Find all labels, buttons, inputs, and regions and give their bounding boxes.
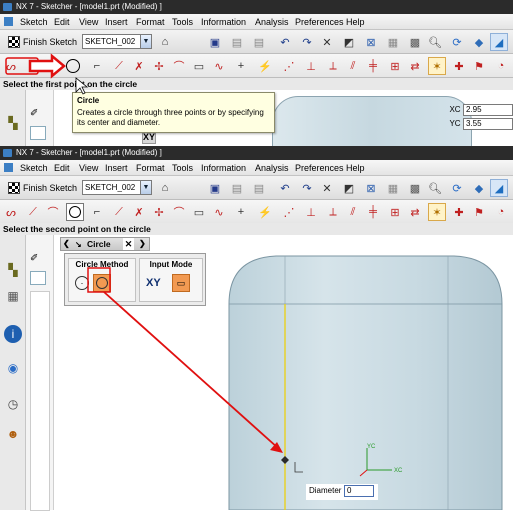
chevron-right-icon[interactable]: ❯	[139, 238, 146, 250]
close-icon[interactable]: ✕	[123, 238, 134, 250]
chevron-down-icon: ▼	[140, 181, 151, 194]
web-browser-icon[interactable]: ◉	[4, 359, 22, 377]
undo-icon[interactable]: ↶	[276, 179, 294, 197]
pan-icon[interactable]: ▩	[406, 179, 424, 197]
parameter-mode-icon[interactable]: ▭	[172, 274, 190, 292]
quick-trim-icon[interactable]: ✗	[130, 203, 148, 221]
rotate-icon[interactable]: ⟳	[448, 179, 466, 197]
circle-tool-active[interactable]	[66, 203, 84, 221]
paste-icon[interactable]: ▤	[250, 179, 268, 197]
inferred-constraints-icon[interactable]: ✶	[428, 203, 446, 221]
menu-format[interactable]: Format	[136, 160, 165, 176]
auto-constrain-icon[interactable]: ⫽	[344, 203, 362, 221]
dialog-title: Circle	[87, 239, 111, 249]
diameter-label: Diameter	[309, 486, 342, 495]
bottom-status-line: Select the second point on the circle	[0, 223, 513, 235]
xy-mode-icon[interactable]: XY	[146, 277, 161, 289]
show-constraints-icon[interactable]: ╪	[364, 203, 382, 221]
center-diameter-option-icon[interactable]: ·	[75, 276, 89, 290]
bottom-title-bar: NX 7 - Sketcher - [model1.prt (Modified)…	[0, 146, 513, 160]
relations-icon[interactable]: ◔	[492, 203, 510, 221]
mirror-curve-icon[interactable]: ⋰	[280, 203, 298, 221]
chevron-left-icon[interactable]: ❮	[63, 238, 70, 250]
circle-dialog-titlebar[interactable]: ❮ ↘ Circle ✕ ❯	[60, 237, 150, 251]
finish-sketch-button[interactable]: Finish Sketch	[8, 180, 77, 196]
offset-curve-icon[interactable]: ⚡	[256, 203, 274, 221]
input-mode-label: Input Mode	[149, 260, 193, 269]
model-view-icon[interactable]: ◢	[490, 179, 508, 197]
circle-method-label: Circle Method	[75, 260, 129, 269]
three-point-option-icon[interactable]	[93, 274, 111, 292]
bottom-menu-bar: Sketch Edit View Insert Format Tools Inf…	[0, 160, 513, 176]
circle-tool-icon	[69, 206, 81, 218]
copy-icon[interactable]: ▤	[228, 179, 246, 197]
continuous-autodim-icon[interactable]: ⚑	[470, 203, 488, 221]
save-icon[interactable]: ▣	[206, 179, 224, 197]
red-arrow-annotation	[28, 53, 66, 79]
axis-label-yc: YC	[367, 444, 376, 450]
orient-view-icon[interactable]: ⌂	[156, 179, 174, 197]
spline-icon[interactable]: ∿	[210, 203, 228, 221]
delete-icon[interactable]: ✕	[318, 179, 336, 197]
menu-preferences[interactable]: Preferences	[295, 160, 344, 176]
part-navigator-icon[interactable]: ▚	[4, 261, 22, 279]
nx-menu-logo-icon	[4, 163, 13, 172]
shaded-view-icon[interactable]: ◆	[470, 179, 488, 197]
menu-edit[interactable]: Edit	[54, 160, 70, 176]
dialog-icon: ↘	[75, 240, 82, 249]
zoom-icon[interactable]: 🔍︎	[426, 179, 444, 197]
input-mode-group: Input Mode XY ▭	[139, 258, 203, 302]
quick-extend-icon[interactable]: ✢	[150, 203, 168, 221]
make-corner-icon[interactable]: ⌒	[170, 203, 188, 221]
zoom-window-icon[interactable]: ▦	[384, 179, 402, 197]
diameter-field[interactable]: Diameter 0	[306, 484, 378, 500]
fillet-icon[interactable]: ⌐	[88, 203, 106, 221]
alternate-solution-icon[interactable]: ⇄	[406, 203, 424, 221]
diameter-input[interactable]: 0	[344, 485, 374, 497]
bottom-navigator-panel: ✐	[26, 235, 54, 511]
convert-reference-icon[interactable]: ⊞	[386, 203, 404, 221]
circle-dialog: Circle Method · Input Mode XY ▭	[64, 253, 206, 306]
bottom-sketch-toolbar: ᔕ ⟋ ⌒ ⌐ ⟋ ✗ ✢ ⌒ ▭ ∿ + ⚡ ⋰ ⊥ ⟂ ⫽ ╪ ⊞ ⇄ ✶ …	[0, 200, 513, 224]
sketch-name-select[interactable]: SKETCH_002 ▼	[82, 180, 152, 195]
pin-icon[interactable]: ✐	[30, 253, 38, 264]
mouse-cursor-icon	[75, 77, 89, 95]
menu-help[interactable]: Help	[346, 160, 365, 176]
redo-icon[interactable]: ↷	[298, 179, 316, 197]
top-annotation-layer	[5, 53, 89, 95]
arc-icon[interactable]: ⌒	[44, 203, 62, 221]
point-icon[interactable]: +	[232, 203, 250, 221]
history-icon[interactable]: ◷	[4, 395, 22, 413]
filter-select[interactable]	[30, 271, 46, 285]
nx-logo-icon	[3, 149, 12, 157]
create-inferred-icon[interactable]: ✚	[450, 203, 468, 221]
circle-method-group: Circle Method ·	[68, 258, 136, 302]
menu-analysis[interactable]: Analysis	[255, 160, 289, 176]
bottom-resource-bar: ▚ ▦ i ◉ ◷ ☻	[0, 235, 26, 510]
roles-icon[interactable]: ☻	[4, 425, 22, 443]
menu-information[interactable]: Information	[201, 160, 246, 176]
menu-view[interactable]: View	[79, 160, 98, 176]
fit-view-icon[interactable]: ⊠	[362, 179, 380, 197]
chamfer-icon[interactable]: ⟋	[110, 203, 128, 221]
profile-icon[interactable]: ᔕ	[2, 203, 20, 221]
window-title: NX 7 - Sketcher - [model1.prt (Modified)…	[16, 148, 162, 157]
bottom-main-toolbar: Finish Sketch SKETCH_002 ▼ ⌂ ▣ ▤ ▤ ↶ ↷ ✕…	[0, 176, 513, 200]
axis-label-xc: XC	[394, 468, 403, 474]
line-icon[interactable]: ⟋	[24, 203, 42, 221]
menu-sketch[interactable]: Sketch	[20, 160, 48, 176]
dimension-icon[interactable]: ⟂	[324, 203, 342, 221]
assembly-navigator-icon[interactable]: ▦	[4, 287, 22, 305]
checkered-flag-icon	[8, 182, 20, 194]
menu-tools[interactable]: Tools	[172, 160, 193, 176]
menu-insert[interactable]: Insert	[105, 160, 128, 176]
constraint-icon[interactable]: ⊥	[302, 203, 320, 221]
navigator-tree[interactable]	[30, 291, 50, 511]
info-icon[interactable]: i	[4, 325, 22, 343]
hide-icon[interactable]: ◩	[340, 179, 358, 197]
rectangle-icon[interactable]: ▭	[190, 203, 208, 221]
